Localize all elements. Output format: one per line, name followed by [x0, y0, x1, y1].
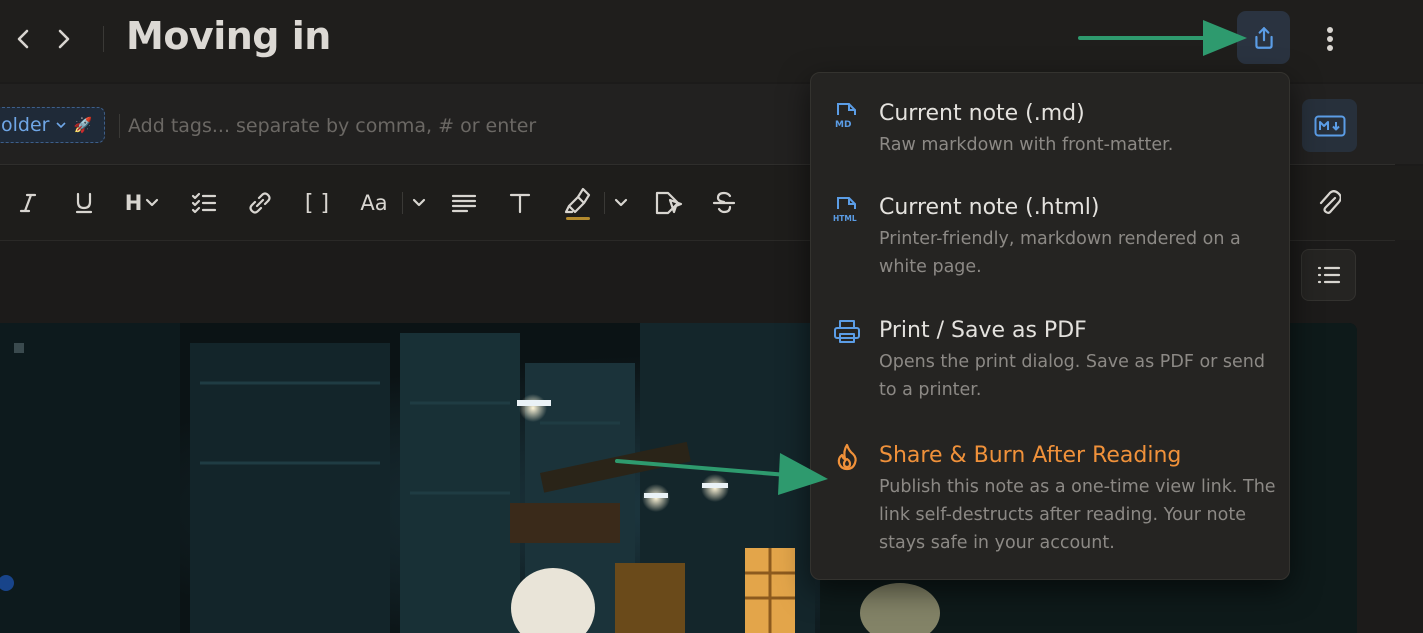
md-file-icon: MD — [833, 101, 861, 129]
export-html-item[interactable]: HTML Current note (.html) Printer-friend… — [811, 173, 1289, 291]
italic-icon — [19, 193, 37, 213]
highlight-dropdown-chevron[interactable] — [610, 186, 632, 220]
align-left-icon — [451, 194, 477, 213]
paperclip-icon — [1319, 190, 1341, 214]
export-md-item[interactable]: MD Current note (.md) Raw markdown with … — [811, 73, 1289, 165]
menu-item-description: Publish this note as a one-time view lin… — [879, 477, 1276, 553]
menu-item-title: Share & Burn After Reading — [879, 443, 1182, 468]
page-title: Moving in — [126, 14, 331, 58]
chevron-down-icon — [146, 198, 159, 207]
chevron-down-icon — [614, 198, 628, 207]
font-size-button[interactable]: Aa — [356, 186, 392, 220]
highlighter-icon — [564, 187, 591, 220]
attach-button[interactable] — [1310, 184, 1348, 222]
chevron-right-icon — [58, 29, 70, 49]
checklist-button[interactable] — [188, 186, 220, 220]
tag-divider — [119, 114, 120, 138]
menu-item-title: Current note (.html) — [879, 195, 1100, 220]
toolbar-divider — [402, 192, 403, 214]
pointer-tag-icon — [655, 191, 683, 215]
underline-icon — [75, 192, 93, 214]
more-vertical-icon — [1327, 27, 1333, 51]
folder-label: older — [1, 114, 50, 136]
header-bar: Moving in — [0, 0, 1423, 82]
printer-icon — [833, 318, 861, 346]
svg-text:HTML: HTML — [833, 214, 857, 223]
heading-dropdown[interactable]: H — [120, 186, 164, 220]
toolbar-divider — [604, 192, 605, 214]
list-icon — [1317, 266, 1340, 284]
link-button[interactable] — [244, 186, 276, 220]
share-upload-icon — [1254, 26, 1273, 49]
strikethrough-button[interactable] — [708, 186, 740, 220]
back-button[interactable] — [8, 22, 38, 56]
chevron-down-icon — [412, 198, 426, 207]
align-button[interactable] — [448, 186, 480, 220]
flame-icon — [833, 443, 861, 471]
strikethrough-icon — [712, 191, 736, 214]
share-burn-item[interactable]: Share & Burn After Reading Publish this … — [811, 423, 1289, 573]
html-file-icon: HTML — [833, 195, 861, 223]
markdown-icon — [1314, 115, 1345, 136]
tags-input[interactable] — [128, 110, 788, 142]
text-style-button[interactable] — [504, 186, 536, 220]
more-options-button[interactable] — [1313, 20, 1347, 58]
highlight-button[interactable] — [560, 182, 596, 224]
svg-text:MD: MD — [835, 120, 851, 129]
chevron-down-icon — [56, 122, 67, 129]
clear-format-button[interactable] — [652, 186, 686, 220]
share-menu: MD Current note (.md) Raw markdown with … — [810, 72, 1290, 580]
menu-item-description: Printer-friendly, markdown rendered on a… — [879, 229, 1241, 277]
share-button[interactable] — [1237, 11, 1290, 64]
menu-item-title: Print / Save as PDF — [879, 318, 1087, 343]
underline-button[interactable] — [70, 186, 98, 220]
print-pdf-item[interactable]: Print / Save as PDF Opens the print dial… — [811, 298, 1289, 416]
wikilink-button[interactable]: [ ] — [298, 186, 336, 220]
header-divider — [103, 26, 104, 52]
menu-item-title: Current note (.md) — [879, 101, 1085, 126]
link-icon — [249, 192, 271, 214]
chevron-left-icon — [17, 29, 29, 49]
forward-button[interactable] — [49, 22, 79, 56]
outline-button[interactable] — [1301, 249, 1356, 301]
text-icon — [509, 193, 531, 214]
font-dropdown-chevron[interactable] — [408, 186, 430, 220]
brackets-label: [ ] — [304, 190, 330, 216]
menu-item-description: Raw markdown with front-matter. — [879, 135, 1174, 155]
italic-button[interactable] — [14, 186, 42, 220]
folder-selector[interactable]: older 🚀 — [0, 107, 105, 143]
markdown-mode-button[interactable] — [1302, 99, 1357, 152]
menu-item-description: Opens the print dialog. Save as PDF or s… — [879, 352, 1266, 400]
checklist-icon — [191, 192, 217, 214]
heading-label: H — [124, 191, 143, 215]
rocket-icon: 🚀 — [73, 116, 93, 134]
font-label: Aa — [360, 191, 388, 215]
